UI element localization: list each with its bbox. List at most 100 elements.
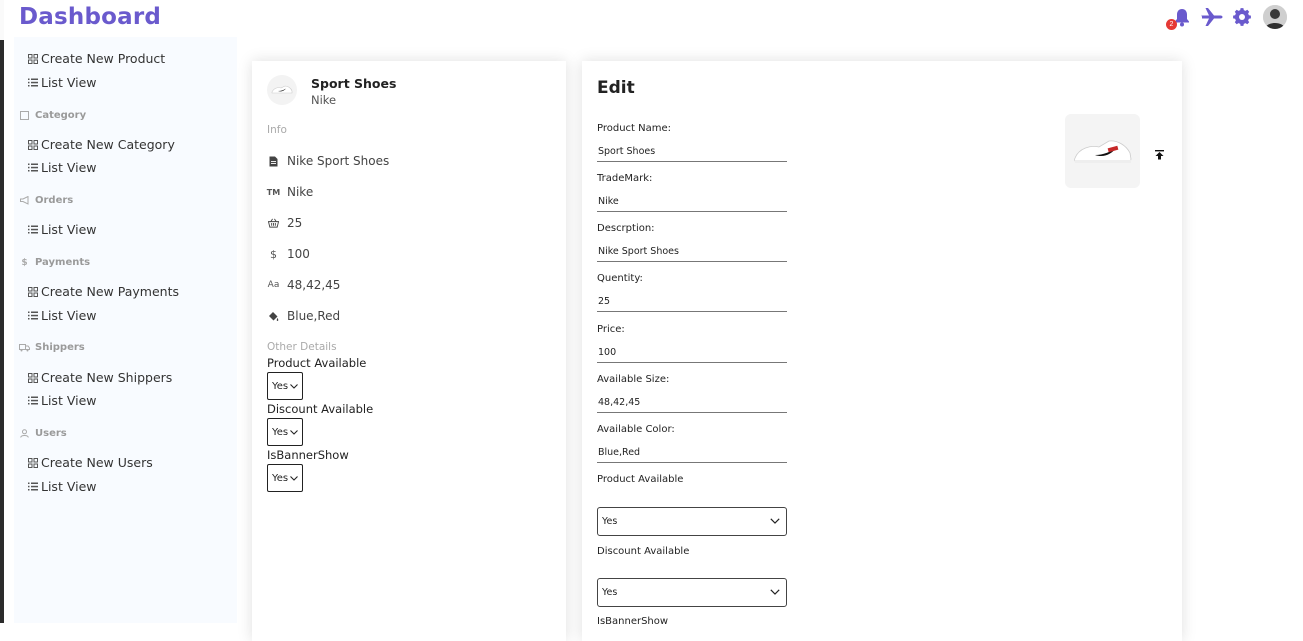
grid-icon xyxy=(27,372,38,383)
airplane-icon[interactable] xyxy=(1201,6,1223,28)
info-trademark: TM Nike xyxy=(266,185,314,199)
sidebar-item-shippers-list[interactable]: List View xyxy=(27,393,97,408)
product-thumbnail xyxy=(267,75,297,105)
price-input[interactable]: 100 xyxy=(597,347,787,363)
sidebar-item-label: Create New Payments xyxy=(41,284,179,299)
product-available-label: Product Available xyxy=(267,356,367,370)
sidebar-item-label: List View xyxy=(41,75,97,90)
trademark-input[interactable]: Nike xyxy=(597,196,787,212)
chevron-down-icon xyxy=(770,587,780,598)
sidebar-item-label: Create New Category xyxy=(41,137,175,152)
list-icon xyxy=(27,77,38,88)
sidebar-item-label: List View xyxy=(41,222,97,237)
basket-icon xyxy=(268,218,279,228)
sidebar-item-category-list[interactable]: List View xyxy=(27,160,97,175)
available-color-input[interactable]: Blue,Red xyxy=(597,447,787,463)
available-color-label: Available Color: xyxy=(597,424,675,435)
list-icon xyxy=(27,481,38,492)
sidebar-heading-users: Users xyxy=(19,428,67,439)
info-description: Nike Sport Shoes xyxy=(268,154,389,168)
user-icon xyxy=(19,428,30,439)
grid-icon xyxy=(27,457,38,468)
gear-icon[interactable] xyxy=(1231,6,1253,28)
sidebar-item-create-shippers[interactable]: Create New Shippers xyxy=(27,370,172,385)
chevron-down-icon xyxy=(290,427,299,438)
list-icon xyxy=(27,162,38,173)
sidebar-item-create-product[interactable]: Create New Product xyxy=(27,51,165,66)
info-colors: Blue,Red xyxy=(268,309,340,323)
paint-bucket-icon xyxy=(268,311,279,322)
available-size-label: Available Size: xyxy=(597,374,670,385)
product-available-label: Product Available xyxy=(597,474,684,485)
sidebar-item-label: List View xyxy=(41,479,97,494)
grid-icon xyxy=(27,139,38,150)
sidebar-item-create-category[interactable]: Create New Category xyxy=(27,137,175,152)
truck-icon xyxy=(19,342,30,353)
sidebar-item-label: Create New Shippers xyxy=(41,370,173,385)
sidebar-item-label: List View xyxy=(41,393,97,408)
edit-title: Edit xyxy=(597,78,635,98)
other-details-heading: Other Details xyxy=(267,341,337,353)
sidebar-item-create-payments[interactable]: Create New Payments xyxy=(27,284,179,299)
font-size-icon: Aa xyxy=(267,280,280,290)
info-heading: Info xyxy=(267,124,287,136)
sidebar-item-payments-list[interactable]: List View xyxy=(27,308,97,323)
info-quantity: 25 xyxy=(268,216,302,230)
sidebar-heading-category: Category xyxy=(19,110,86,121)
chevron-down-icon xyxy=(770,516,780,527)
available-size-input[interactable]: 48,42,45 xyxy=(597,397,787,413)
sidebar-item-create-users[interactable]: Create New Users xyxy=(27,455,153,470)
discount-available-label: Discount Available xyxy=(267,402,374,416)
product-available-select[interactable]: Yes xyxy=(267,372,303,400)
sidebar-item-product-list[interactable]: List View xyxy=(27,75,97,90)
quantity-label: Quentity: xyxy=(597,273,643,284)
discount-available-label: Discount Available xyxy=(597,546,690,557)
discount-available-select[interactable]: Yes xyxy=(267,418,303,446)
product-brand: Nike xyxy=(311,93,337,107)
edit-card: Edit Product Name: Sport Shoes TradeMark… xyxy=(582,61,1182,641)
bell-icon[interactable]: 2 xyxy=(1166,6,1193,30)
chevron-down-icon xyxy=(290,473,299,484)
product-name-label: Product Name: xyxy=(597,123,672,134)
info-price: $ 100 xyxy=(270,247,310,261)
chevron-down-icon xyxy=(290,381,299,392)
product-name-input[interactable]: Sport Shoes xyxy=(597,146,787,162)
description-label: Descrption: xyxy=(597,223,655,234)
sidebar-item-orders-list[interactable]: List View xyxy=(27,222,97,237)
grid-icon xyxy=(27,53,38,64)
discount-available-dropdown[interactable]: Yes xyxy=(597,578,787,607)
sidebar-item-users-list[interactable]: List View xyxy=(27,479,97,494)
avatar[interactable] xyxy=(1263,5,1287,29)
top-toolbar: 2 xyxy=(1166,5,1287,30)
notification-badge: 2 xyxy=(1166,19,1177,30)
sidebar-heading-shippers: Shippers xyxy=(19,342,85,353)
grid-icon xyxy=(27,286,38,297)
product-image[interactable] xyxy=(1065,114,1140,188)
list-icon xyxy=(27,395,38,406)
banner-show-select[interactable]: Yes xyxy=(267,464,303,492)
window-edge xyxy=(0,0,4,623)
file-icon xyxy=(268,156,279,167)
sidebar-item-label: Create New Users xyxy=(41,455,153,470)
sidebar-item-label: List View xyxy=(41,308,97,323)
info-sizes: Aa 48,42,45 xyxy=(267,278,341,292)
dollar-icon: $ xyxy=(21,257,28,268)
app-title[interactable]: Dashboard xyxy=(19,4,161,30)
megaphone-icon xyxy=(19,195,30,206)
product-summary-card: Sport Shoes Nike Info Nike Sport Shoes T… xyxy=(252,61,566,641)
banner-show-label: IsBannerShow xyxy=(267,448,349,462)
dollar-icon: $ xyxy=(270,247,277,261)
price-label: Price: xyxy=(597,324,625,335)
product-name: Sport Shoes xyxy=(311,76,397,91)
sidebar-heading-payments: $ Payments xyxy=(19,257,90,268)
list-icon xyxy=(27,224,38,235)
sidebar: Create New Product List View Category Cr… xyxy=(14,37,237,623)
trademark-label: TradeMark: xyxy=(597,173,653,184)
description-input[interactable]: Nike Sport Shoes xyxy=(597,246,787,262)
list-icon xyxy=(27,310,38,321)
trademark-icon: TM xyxy=(266,187,281,197)
product-available-dropdown[interactable]: Yes xyxy=(597,507,787,536)
sidebar-item-label: Create New Product xyxy=(41,51,166,66)
upload-icon[interactable] xyxy=(1155,145,1164,164)
quantity-input[interactable]: 25 xyxy=(597,296,787,312)
